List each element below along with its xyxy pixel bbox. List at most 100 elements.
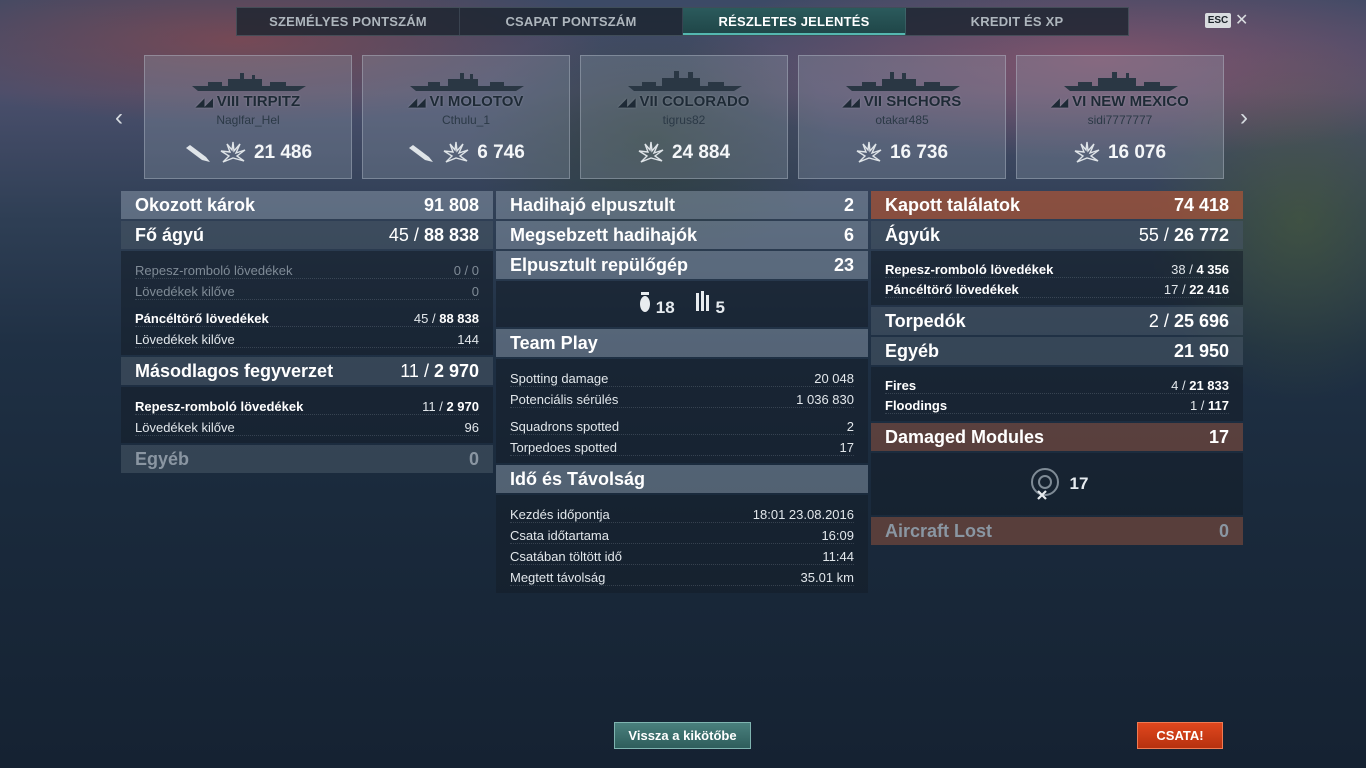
stat-label: Floodings	[885, 398, 948, 413]
results-tab-bar: SZEMÉLYES PONTSZÁM CSAPAT PONTSZÁM RÉSZL…	[236, 7, 1129, 36]
hits-value: 55	[1138, 224, 1159, 245]
damage-value: 117	[1208, 398, 1229, 413]
stat-row: Spotting damage 20 048	[510, 366, 854, 387]
damage-burst-icon	[856, 141, 882, 163]
header-value: 2	[843, 194, 854, 215]
hits-received-header: Kapott találatok 74 418	[871, 191, 1243, 219]
stat-value: 0	[471, 284, 479, 299]
prev-arrow-icon[interactable]: ‹	[115, 104, 123, 132]
module-count-value: 17	[1069, 474, 1089, 493]
stat-value: 96	[464, 420, 479, 435]
ship-damage-value: 21 486	[253, 142, 313, 163]
stat-row: Lövedékek kilőve 0	[135, 279, 479, 300]
ship-stats: 16 076	[1017, 140, 1223, 166]
player-name: Naglfar_Hel	[216, 113, 280, 127]
player-name: otakar485	[875, 113, 929, 127]
stat-row: Kezdés időpontja 18:01 23.08.2016	[510, 502, 854, 523]
header-value: 0	[1218, 520, 1229, 541]
ship-damage-value: 6 746	[477, 142, 525, 163]
aircraft-type-counts: 18 5	[496, 281, 868, 327]
esc-key-badge[interactable]: ESC	[1205, 13, 1231, 28]
damage-value: 2 970	[446, 399, 479, 414]
nation-flag-icon: ◢◢	[408, 97, 426, 109]
stat-row: Repesz-romboló lövedékek 11 / 2 970	[135, 394, 479, 415]
ship-card[interactable]: ◢◢ VII SHCHORS otakar485 16 736	[798, 55, 1006, 179]
header-label: Okozott károk	[135, 194, 256, 215]
header-value: 91 808	[423, 194, 479, 215]
hits-value: 11	[422, 399, 436, 414]
aircraft-lost-header: Aircraft Lost 0	[871, 517, 1243, 545]
player-name: sidi7777777	[1087, 113, 1153, 127]
stat-row: Csatában töltött idő 11:44	[510, 544, 854, 565]
stat-row: Páncéltörő lövedékek 17 / 22 416	[885, 278, 1229, 298]
ship-card[interactable]: ◢◢ VIII TIRPITZ Naglfar_Hel 21 486	[144, 55, 352, 179]
header-value: 21 950	[1173, 340, 1229, 361]
hits-value: 4	[1171, 378, 1179, 393]
team-play-header: Team Play	[496, 329, 868, 357]
other-received-header: Egyéb 21 950	[871, 337, 1243, 365]
ship-card[interactable]: ◢◢ VII COLORADO tigrus82 24 884	[580, 55, 788, 179]
time-distance-details: Kezdés időpontja 18:01 23.08.2016 Csata i…	[496, 495, 868, 593]
hits-value: 45	[388, 224, 409, 245]
tab-credits-xp[interactable]: KREDIT ÉS XP	[906, 8, 1128, 35]
ship-name-text: SHCHORS	[886, 93, 962, 110]
torpedo-count-value: 5	[715, 297, 725, 317]
ship-name-text: MOLOTOV	[447, 93, 524, 110]
header-value: 55 / 26 772	[1138, 224, 1229, 245]
ships-damaged-header: Megsebzett hadihajók 6	[496, 221, 868, 249]
damaged-module-icon	[1030, 468, 1059, 500]
ship-stats: 6 746	[363, 140, 569, 166]
header-label: Megsebzett hadihajók	[510, 224, 698, 245]
stat-value: 0 / 0	[453, 263, 479, 278]
damage-dealt-header: Okozott károk 91 808	[121, 191, 493, 219]
ship-stats: 21 486	[145, 140, 351, 166]
header-label: Másodlagos fegyverzet	[135, 360, 334, 381]
battle-button[interactable]: CSATA!	[1137, 722, 1223, 749]
tab-detailed-report[interactable]: RÉSZLETES JELENTÉS	[683, 8, 906, 35]
header-label: Kapott találatok	[885, 194, 1021, 215]
stat-row: Potenciális sérülés 1 036 830	[510, 387, 854, 408]
stat-row: Fires 4 / 21 833	[885, 374, 1229, 394]
header-value: 6	[843, 224, 854, 245]
stat-row: Repesz-romboló lövedékek 38 / 4 356	[885, 258, 1229, 278]
stat-label: Repesz-romboló lövedékek	[885, 262, 1054, 277]
stat-value: 17 / 22 416	[1163, 282, 1229, 297]
close-icon[interactable]: ✕	[1235, 10, 1248, 30]
player-name: tigrus82	[662, 113, 706, 127]
main-battery-header: Fő ágyú 45 / 88 838	[121, 221, 493, 249]
damage-value: 88 838	[439, 311, 479, 326]
stat-label: Páncéltörő lövedékek	[135, 311, 269, 326]
nation-flag-icon: ◢◢	[618, 97, 636, 109]
ship-card[interactable]: ◢◢ VI NEW MEXICO sidi7777777 16 076	[1016, 55, 1224, 179]
secondary-armament-header: Másodlagos fegyverzet 11 / 2 970	[121, 357, 493, 385]
time-distance-header: Idő és Távolság	[496, 465, 868, 493]
stat-row: Repesz-romboló lövedékek 0 / 0	[135, 258, 479, 279]
next-arrow-icon[interactable]: ›	[1240, 104, 1248, 132]
tab-personal-score[interactable]: SZEMÉLYES PONTSZÁM	[237, 8, 460, 35]
stat-row: Squadrons spotted 2	[510, 414, 854, 435]
secondary-details: Repesz-romboló lövedékek 11 / 2 970 Löved…	[121, 387, 493, 443]
damage-value: 2 970	[433, 360, 479, 381]
stat-value: 17	[839, 440, 854, 455]
tab-team-score[interactable]: CSAPAT PONTSZÁM	[460, 8, 683, 35]
ship-name: ◢◢ VII SHCHORS	[799, 93, 1005, 110]
damage-dealt-panel: Okozott károk 91 808 Fő ágyú 45 / 88 838…	[121, 191, 493, 475]
stat-label: Fires	[885, 378, 917, 393]
return-to-port-button[interactable]: Vissza a kikötőbe	[614, 722, 751, 749]
ship-damage-value: 24 884	[671, 142, 731, 163]
ship-silhouette-icon	[192, 73, 306, 91]
hits-value: 38	[1171, 262, 1186, 277]
ship-tier: VII	[863, 93, 883, 110]
stat-value: 11:44	[822, 549, 854, 564]
header-label: Torpedók	[885, 310, 966, 331]
nation-flag-icon: ◢◢	[195, 97, 213, 109]
guns-received-details: Repesz-romboló lövedékek 38 / 4 356 Páncé…	[871, 251, 1243, 305]
header-label: Team Play	[510, 332, 598, 353]
nation-flag-icon: ◢◢	[842, 97, 860, 109]
ship-card-list: ◢◢ VIII TIRPITZ Naglfar_Hel 21 486 ◢◢ VI M…	[144, 55, 1224, 179]
stat-row: Megtett távolság 35.01 km	[510, 565, 854, 586]
stat-label: Lövedékek kilőve	[135, 332, 235, 347]
stat-label: Torpedoes spotted	[510, 440, 617, 455]
ship-card[interactable]: ◢◢ VI MOLOTOV Cthulu_1 6 746	[362, 55, 570, 179]
ship-silhouette-icon	[628, 71, 742, 91]
